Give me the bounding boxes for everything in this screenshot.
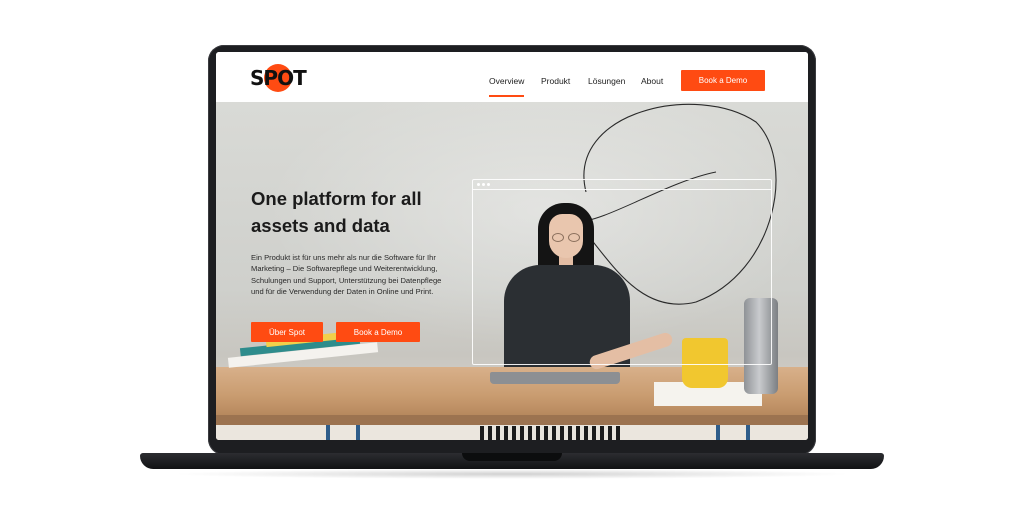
nav-link-about[interactable]: About	[641, 76, 663, 86]
hero-description: Ein Produkt ist für uns mehr als nur die…	[251, 253, 442, 297]
laptop-screen: SPOT Overview Produkt Lösungen About Boo…	[216, 52, 808, 440]
window-dots-icon	[487, 183, 490, 186]
ueber-spot-button[interactable]: Über Spot	[251, 322, 323, 342]
desk-leg	[356, 425, 360, 440]
nav-link-produkt[interactable]: Produkt	[541, 76, 570, 86]
desk-edge	[216, 415, 808, 425]
window-title-bar	[473, 189, 771, 190]
desk-leg	[716, 425, 720, 440]
browser-window-outline	[472, 179, 772, 365]
logo-text: SPOT	[250, 66, 307, 90]
top-navigation: SPOT Overview Produkt Lösungen About Boo…	[216, 52, 808, 102]
nav-link-overview[interactable]: Overview	[489, 76, 525, 97]
book-demo-hero-button[interactable]: Book a Demo	[336, 322, 420, 342]
hero-title: One platform for all assets and data	[251, 188, 422, 236]
person-pants	[480, 426, 620, 440]
window-dots-icon	[477, 183, 480, 186]
nav-link-loesungen[interactable]: Lösungen	[588, 76, 625, 86]
hero-section: One platform for all assets and data Ein…	[216, 102, 808, 440]
desk-laptop-photo	[490, 372, 620, 384]
book-demo-nav-button[interactable]: Book a Demo	[681, 70, 765, 91]
desk-leg	[746, 425, 750, 440]
spot-logo[interactable]: SPOT	[250, 64, 307, 92]
window-dots-icon	[482, 183, 485, 186]
laptop-shadow	[170, 469, 854, 479]
desk-leg	[326, 425, 330, 440]
laptop-notch	[462, 453, 562, 461]
